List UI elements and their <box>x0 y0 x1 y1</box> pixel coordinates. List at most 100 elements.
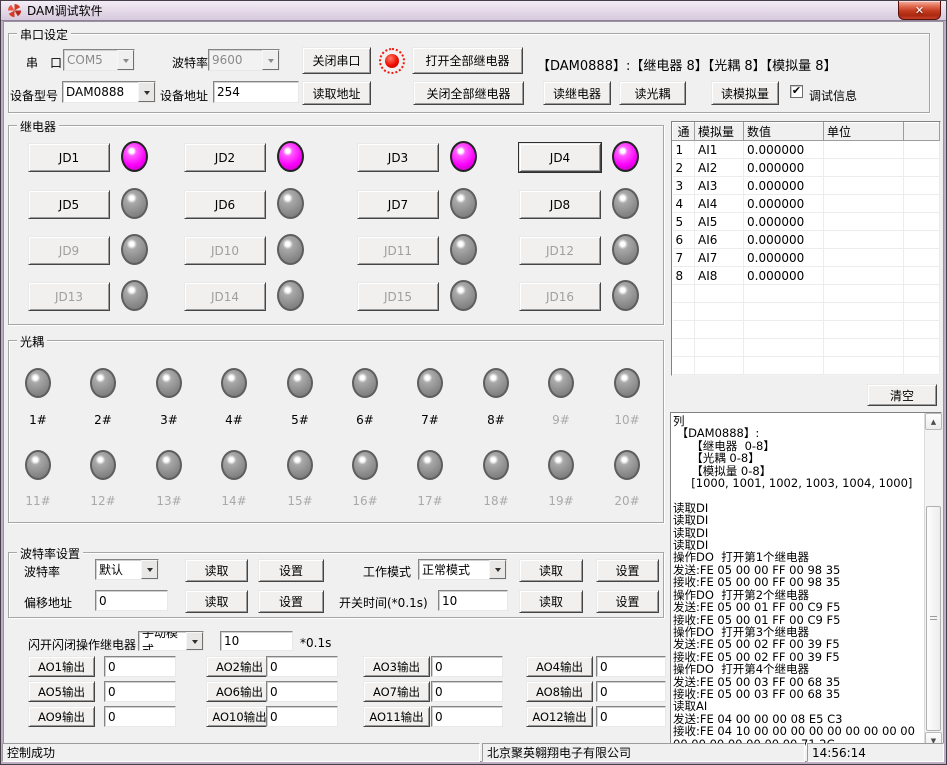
offset-address-input[interactable] <box>95 590 168 611</box>
table-cell <box>744 303 824 321</box>
ao-value-input-11[interactable] <box>431 706 503 727</box>
table-cell: AI5 <box>695 213 744 231</box>
flash-time-input[interactable] <box>220 631 293 651</box>
relay-button-jd1[interactable]: JD1 <box>28 143 110 172</box>
relay-button-jd8[interactable]: JD8 <box>519 190 601 219</box>
table-cell <box>904 195 940 213</box>
baud-setting-select[interactable]: 默认 <box>95 559 159 580</box>
table-cell <box>695 285 744 303</box>
opto-label-7#: 7# <box>405 413 455 427</box>
log-output[interactable]: 列 【DAM0888】: 【继电器 0-8】 【光耦 0-8】 【模拟量 0-8… <box>673 415 923 747</box>
switch-time-input[interactable] <box>438 590 508 611</box>
ao-output-button-2[interactable]: AO2输出 <box>206 656 273 677</box>
ao-output-button-12[interactable]: AO12输出 <box>526 706 593 727</box>
device-address-input[interactable] <box>213 81 299 103</box>
ao-value-input-8[interactable] <box>596 681 666 702</box>
baud-label: 波特率 <box>172 54 208 71</box>
ao-value-input-6[interactable] <box>266 681 338 702</box>
ao-output-button-9[interactable]: AO9输出 <box>28 706 95 727</box>
window-title: DAM调试软件 <box>27 2 103 19</box>
ao-output-button-11[interactable]: AO11输出 <box>363 706 430 727</box>
ao-output-button-7[interactable]: AO7输出 <box>363 681 430 702</box>
relay-button-jd9: JD9 <box>28 236 110 265</box>
table-cell: AI2 <box>695 159 744 177</box>
work-mode-set-button[interactable]: 设置 <box>596 559 659 582</box>
opto-label-6#: 6# <box>340 413 390 427</box>
relay-button-jd5[interactable]: JD5 <box>28 190 110 219</box>
ao-value-input-9[interactable] <box>104 706 176 727</box>
ao-value-input-10[interactable] <box>266 706 338 727</box>
ao-value-input-4[interactable] <box>596 656 666 677</box>
read-relay-button[interactable]: 读继电器 <box>543 81 611 105</box>
opto-led-17# <box>417 450 443 480</box>
table-cell: 8 <box>673 267 695 285</box>
ao-output-button-1[interactable]: AO1输出 <box>28 656 95 677</box>
switch-time-set-button[interactable]: 设置 <box>596 590 659 613</box>
baud-set-button[interactable]: 设置 <box>258 559 324 582</box>
close-button[interactable]: ✕ <box>898 1 941 20</box>
open-all-relays-button[interactable]: 打开全部继电器 <box>412 47 523 74</box>
relay-button-jd16: JD16 <box>519 282 601 311</box>
ao-output-button-6[interactable]: AO6输出 <box>206 681 273 702</box>
opto-led-11# <box>25 450 51 480</box>
relay-led-16 <box>612 280 639 311</box>
debug-info-checkbox[interactable]: ✔ <box>790 85 803 98</box>
ao-value-input-5[interactable] <box>104 681 176 702</box>
switch-time-read-button[interactable]: 读取 <box>519 590 583 613</box>
read-analog-button[interactable]: 读模拟量 <box>711 81 779 105</box>
offset-set-button[interactable]: 设置 <box>258 590 324 613</box>
ao-output-button-8[interactable]: AO8输出 <box>526 681 593 702</box>
table-cell: 6 <box>673 231 695 249</box>
table-cell <box>673 339 695 357</box>
ao-value-input-7[interactable] <box>431 681 503 702</box>
relay-button-jd6[interactable]: JD6 <box>184 190 266 219</box>
relay-button-jd2[interactable]: JD2 <box>184 143 266 172</box>
baud-select[interactable]: 9600 <box>208 49 280 71</box>
opto-led-4# <box>221 368 247 398</box>
device-model-select[interactable]: DAM0888 <box>62 81 156 103</box>
status-message: 控制成功 <box>2 743 480 762</box>
table-cell <box>904 303 940 321</box>
opto-led-8# <box>483 368 509 398</box>
close-all-relays-button[interactable]: 关闭全部继电器 <box>413 81 524 105</box>
ao-output-button-10[interactable]: AO10输出 <box>206 706 273 727</box>
titlebar[interactable]: DAM调试软件 ✕ <box>1 1 946 21</box>
table-cell: AI7 <box>695 249 744 267</box>
ao-output-button-5[interactable]: AO5输出 <box>28 681 95 702</box>
chevron-down-icon <box>186 632 203 650</box>
offset-read-button[interactable]: 读取 <box>185 590 248 613</box>
ao-output-button-3[interactable]: AO3输出 <box>363 656 430 677</box>
debug-info-label: 调试信息 <box>809 87 857 104</box>
table-cell: AI4 <box>695 195 744 213</box>
table-cell <box>673 321 695 339</box>
com-port-select[interactable]: COM5 <box>63 49 135 71</box>
opto-led-14# <box>221 450 247 480</box>
log-panel: 列 【DAM0888】: 【继电器 0-8】 【光耦 0-8】 【模拟量 0-8… <box>670 412 942 750</box>
relay-button-jd7[interactable]: JD7 <box>357 190 439 219</box>
table-cell <box>904 285 940 303</box>
read-opto-button[interactable]: 读光耦 <box>619 81 686 105</box>
flash-mode-select[interactable]: 手动模式 <box>138 631 204 651</box>
ao-output-button-4[interactable]: AO4输出 <box>526 656 593 677</box>
table-cell <box>824 231 904 249</box>
close-serial-button[interactable]: 关闭串口 <box>302 47 371 74</box>
opto-led-15# <box>287 450 313 480</box>
work-mode-read-button[interactable]: 读取 <box>519 559 583 582</box>
scroll-up-button[interactable]: ▲ <box>925 413 942 430</box>
clear-log-button[interactable]: 清空 <box>867 384 937 406</box>
relay-button-jd4[interactable]: JD4 <box>519 143 601 172</box>
table-row <box>673 357 940 375</box>
ao-value-input-1[interactable] <box>104 656 176 677</box>
work-mode-select[interactable]: 正常模式 <box>418 559 507 580</box>
opto-led-12# <box>90 450 116 480</box>
table-cell <box>824 195 904 213</box>
table-cell <box>904 231 940 249</box>
ao-value-input-12[interactable] <box>596 706 666 727</box>
ao-value-input-3[interactable] <box>431 656 503 677</box>
relay-button-jd3[interactable]: JD3 <box>357 143 439 172</box>
log-scrollbar[interactable]: ▲ ▼ <box>924 413 941 749</box>
scrollbar-thumb[interactable] <box>926 506 941 731</box>
baud-read-button[interactable]: 读取 <box>185 559 248 582</box>
ao-value-input-2[interactable] <box>266 656 338 677</box>
read-address-button[interactable]: 读取地址 <box>302 81 371 105</box>
